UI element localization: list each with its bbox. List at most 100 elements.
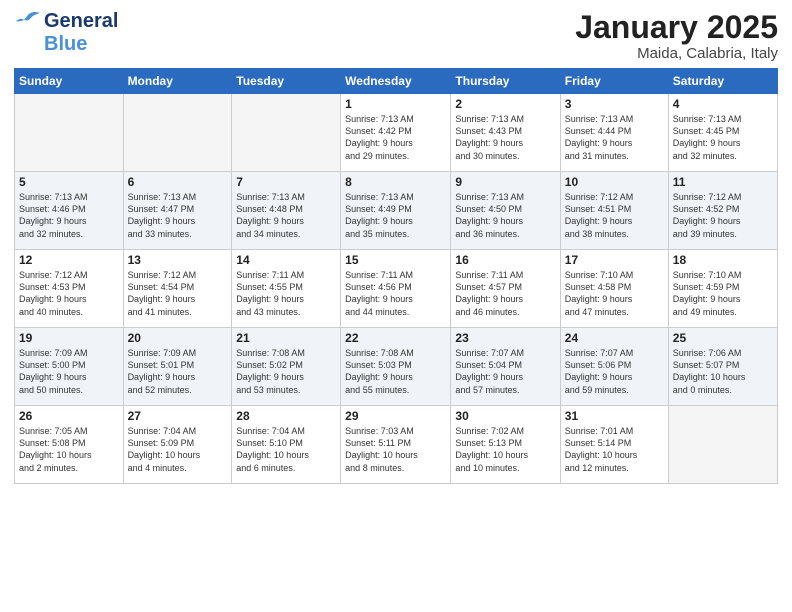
day-info: Sunrise: 7:06 AM Sunset: 5:07 PM Dayligh… [673,347,773,396]
calendar-cell: 23 Sunrise: 7:07 AM Sunset: 5:04 PM Dayli… [451,328,560,406]
day-info: Sunrise: 7:01 AM Sunset: 5:14 PM Dayligh… [565,425,664,474]
day-number: 16 [455,253,555,267]
calendar-cell [123,94,232,172]
weekday-header: Wednesday [341,69,451,94]
day-info: Sunrise: 7:13 AM Sunset: 4:49 PM Dayligh… [345,191,446,240]
calendar-cell: 18 Sunrise: 7:10 AM Sunset: 4:59 PM Dayli… [668,250,777,328]
day-number: 18 [673,253,773,267]
calendar-cell: 11 Sunrise: 7:12 AM Sunset: 4:52 PM Dayli… [668,172,777,250]
day-info: Sunrise: 7:08 AM Sunset: 5:02 PM Dayligh… [236,347,336,396]
day-number: 12 [19,253,119,267]
day-number: 17 [565,253,664,267]
day-info: Sunrise: 7:12 AM Sunset: 4:52 PM Dayligh… [673,191,773,240]
weekday-header: Tuesday [232,69,341,94]
calendar-cell: 27 Sunrise: 7:04 AM Sunset: 5:09 PM Dayli… [123,406,232,484]
day-info: Sunrise: 7:13 AM Sunset: 4:44 PM Dayligh… [565,113,664,162]
day-info: Sunrise: 7:13 AM Sunset: 4:43 PM Dayligh… [455,113,555,162]
day-number: 19 [19,331,119,345]
day-number: 28 [236,409,336,423]
calendar-week-row: 1 Sunrise: 7:13 AM Sunset: 4:42 PM Daylig… [15,94,778,172]
day-number: 24 [565,331,664,345]
day-info: Sunrise: 7:02 AM Sunset: 5:13 PM Dayligh… [455,425,555,474]
day-info: Sunrise: 7:04 AM Sunset: 5:10 PM Dayligh… [236,425,336,474]
calendar-cell: 26 Sunrise: 7:05 AM Sunset: 5:08 PM Dayli… [15,406,124,484]
calendar-cell: 20Sunrise: 7:09 AM Sunset: 5:01 PM Dayli… [123,328,232,406]
day-number: 11 [673,175,773,189]
day-info: Sunrise: 7:13 AM Sunset: 4:48 PM Dayligh… [236,191,336,240]
day-number: 6 [128,175,228,189]
logo-bird-icon [14,11,42,33]
calendar-cell: 1 Sunrise: 7:13 AM Sunset: 4:42 PM Daylig… [341,94,451,172]
calendar-week-row: 5 Sunrise: 7:13 AM Sunset: 4:46 PM Daylig… [15,172,778,250]
location: Maida, Calabria, Italy [575,45,778,62]
calendar-cell: 12 Sunrise: 7:12 AM Sunset: 4:53 PM Dayli… [15,250,124,328]
weekday-header: Sunday [15,69,124,94]
calendar-cell: 5 Sunrise: 7:13 AM Sunset: 4:46 PM Daylig… [15,172,124,250]
day-info: Sunrise: 7:07 AM Sunset: 5:06 PM Dayligh… [565,347,664,396]
day-number: 25 [673,331,773,345]
calendar-cell: 7 Sunrise: 7:13 AM Sunset: 4:48 PM Daylig… [232,172,341,250]
calendar-cell: 29 Sunrise: 7:03 AM Sunset: 5:11 PM Dayli… [341,406,451,484]
calendar-cell: 10Sunrise: 7:12 AM Sunset: 4:51 PM Dayli… [560,172,668,250]
day-info: Sunrise: 7:10 AM Sunset: 4:58 PM Dayligh… [565,269,664,318]
calendar-cell [232,94,341,172]
weekday-header: Thursday [451,69,560,94]
calendar-cell: 2Sunrise: 7:13 AM Sunset: 4:43 PM Daylig… [451,94,560,172]
day-number: 3 [565,97,664,111]
calendar-cell: 30 Sunrise: 7:02 AM Sunset: 5:13 PM Dayli… [451,406,560,484]
calendar-header-row: SundayMondayTuesdayWednesdayThursdayFrid… [15,69,778,94]
calendar-cell: 4 Sunrise: 7:13 AM Sunset: 4:45 PM Daylig… [668,94,777,172]
calendar-cell: 17 Sunrise: 7:10 AM Sunset: 4:58 PM Dayli… [560,250,668,328]
day-info: Sunrise: 7:12 AM Sunset: 4:53 PM Dayligh… [19,269,119,318]
day-number: 15 [345,253,446,267]
day-info: Sunrise: 7:11 AM Sunset: 4:55 PM Dayligh… [236,269,336,318]
day-number: 4 [673,97,773,111]
day-info: Sunrise: 7:13 AM Sunset: 4:42 PM Dayligh… [345,113,446,162]
day-info: Sunrise: 7:13 AM Sunset: 4:46 PM Dayligh… [19,191,119,240]
day-number: 5 [19,175,119,189]
day-info: Sunrise: 7:08 AM Sunset: 5:03 PM Dayligh… [345,347,446,396]
calendar-cell: 16Sunrise: 7:11 AM Sunset: 4:57 PM Dayli… [451,250,560,328]
day-info: Sunrise: 7:13 AM Sunset: 4:47 PM Dayligh… [128,191,228,240]
calendar-cell: 8 Sunrise: 7:13 AM Sunset: 4:49 PM Daylig… [341,172,451,250]
day-info: Sunrise: 7:10 AM Sunset: 4:59 PM Dayligh… [673,269,773,318]
calendar-cell: 21 Sunrise: 7:08 AM Sunset: 5:02 PM Dayli… [232,328,341,406]
day-number: 30 [455,409,555,423]
day-number: 23 [455,331,555,345]
calendar-cell [15,94,124,172]
weekday-header: Saturday [668,69,777,94]
calendar-week-row: 26 Sunrise: 7:05 AM Sunset: 5:08 PM Dayli… [15,406,778,484]
day-number: 31 [565,409,664,423]
calendar-table: SundayMondayTuesdayWednesdayThursdayFrid… [14,68,778,484]
day-number: 21 [236,331,336,345]
day-info: Sunrise: 7:13 AM Sunset: 4:45 PM Dayligh… [673,113,773,162]
day-info: Sunrise: 7:12 AM Sunset: 4:54 PM Dayligh… [128,269,228,318]
calendar-week-row: 12 Sunrise: 7:12 AM Sunset: 4:53 PM Dayli… [15,250,778,328]
day-info: Sunrise: 7:05 AM Sunset: 5:08 PM Dayligh… [19,425,119,474]
calendar-cell: 6 Sunrise: 7:13 AM Sunset: 4:47 PM Daylig… [123,172,232,250]
calendar-cell [668,406,777,484]
calendar-cell: 14Sunrise: 7:11 AM Sunset: 4:55 PM Dayli… [232,250,341,328]
day-info: Sunrise: 7:03 AM Sunset: 5:11 PM Dayligh… [345,425,446,474]
day-info: Sunrise: 7:04 AM Sunset: 5:09 PM Dayligh… [128,425,228,474]
day-info: Sunrise: 7:09 AM Sunset: 5:00 PM Dayligh… [19,347,119,396]
day-number: 29 [345,409,446,423]
day-number: 1 [345,97,446,111]
day-number: 7 [236,175,336,189]
day-info: Sunrise: 7:07 AM Sunset: 5:04 PM Dayligh… [455,347,555,396]
calendar-cell: 24 Sunrise: 7:07 AM Sunset: 5:06 PM Dayli… [560,328,668,406]
calendar-cell: 15Sunrise: 7:11 AM Sunset: 4:56 PM Dayli… [341,250,451,328]
calendar-cell: 31 Sunrise: 7:01 AM Sunset: 5:14 PM Dayli… [560,406,668,484]
day-number: 8 [345,175,446,189]
calendar-cell: 9Sunrise: 7:13 AM Sunset: 4:50 PM Daylig… [451,172,560,250]
day-number: 10 [565,175,664,189]
day-info: Sunrise: 7:09 AM Sunset: 5:01 PM Dayligh… [128,347,228,396]
weekday-header: Friday [560,69,668,94]
weekday-header: Monday [123,69,232,94]
page-container: General Blue January 2025 Maida, Calabri… [0,0,792,612]
logo-blue: Blue [44,33,87,56]
day-number: 26 [19,409,119,423]
calendar-cell: 28 Sunrise: 7:04 AM Sunset: 5:10 PM Dayli… [232,406,341,484]
calendar-week-row: 19 Sunrise: 7:09 AM Sunset: 5:00 PM Dayli… [15,328,778,406]
day-number: 27 [128,409,228,423]
